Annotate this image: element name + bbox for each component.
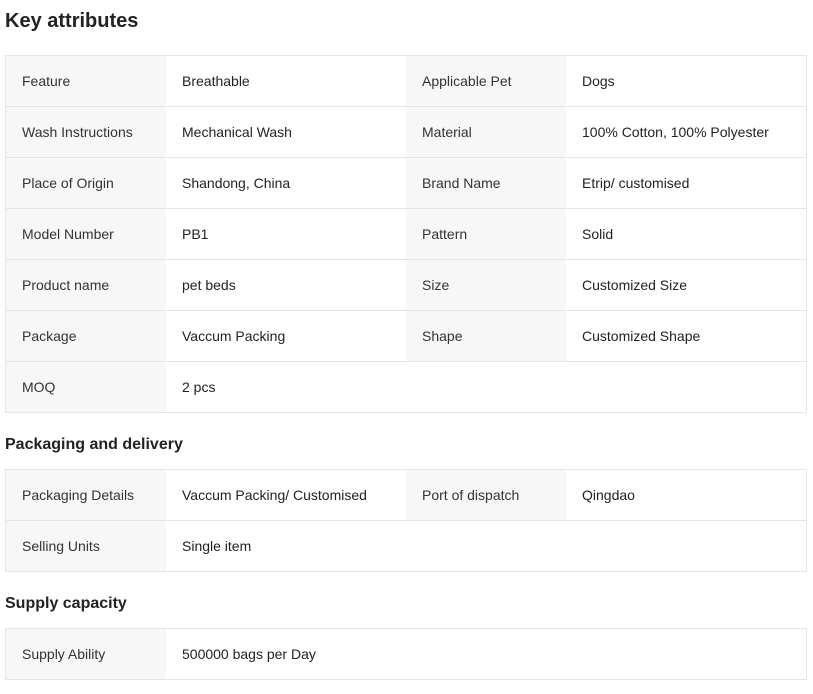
attribute-label: Pattern: [406, 209, 566, 259]
attribute-label: Shape: [406, 311, 566, 361]
table-row: Packaging Details Vaccum Packing/ Custom…: [6, 470, 806, 521]
attribute-value: Mechanical Wash: [166, 107, 406, 157]
attribute-value: Customized Size: [566, 260, 806, 310]
attribute-value: 2 pcs: [166, 362, 806, 412]
attribute-label: Feature: [6, 56, 166, 106]
table-row: Product name pet beds Size Customized Si…: [6, 260, 806, 311]
packaging-delivery-heading: Packaging and delivery: [5, 436, 183, 453]
table-row: Supply Ability 500000 bags per Day: [6, 629, 806, 679]
attribute-label: Brand Name: [406, 158, 566, 208]
attribute-value: Solid: [566, 209, 806, 259]
attribute-label: Package: [6, 311, 166, 361]
table-row: Wash Instructions Mechanical Wash Materi…: [6, 107, 806, 158]
key-attributes-table: Feature Breathable Applicable Pet Dogs W…: [5, 55, 807, 413]
attribute-value: Single item: [166, 521, 806, 571]
attribute-label: Supply Ability: [6, 629, 166, 679]
attribute-value: Vaccum Packing/ Customised: [166, 470, 406, 520]
table-row: Model Number PB1 Pattern Solid: [6, 209, 806, 260]
attribute-label: Wash Instructions: [6, 107, 166, 157]
attribute-label: Model Number: [6, 209, 166, 259]
attribute-label: Packaging Details: [6, 470, 166, 520]
attribute-label: Applicable Pet: [406, 56, 566, 106]
supply-capacity-table: Supply Ability 500000 bags per Day: [5, 628, 807, 680]
attribute-value: Breathable: [166, 56, 406, 106]
attribute-label: Material: [406, 107, 566, 157]
attribute-value: Customized Shape: [566, 311, 806, 361]
attribute-value: 500000 bags per Day: [166, 629, 806, 679]
table-row: Selling Units Single item: [6, 521, 806, 571]
attribute-value: Dogs: [566, 56, 806, 106]
attribute-label: MOQ: [6, 362, 166, 412]
key-attributes-heading: Key attributes: [5, 10, 139, 32]
attribute-label: Port of dispatch: [406, 470, 566, 520]
attribute-label: Size: [406, 260, 566, 310]
table-row: Package Vaccum Packing Shape Customized …: [6, 311, 806, 362]
attribute-value: Vaccum Packing: [166, 311, 406, 361]
attribute-value: 100% Cotton, 100% Polyester: [566, 107, 806, 157]
table-row: MOQ 2 pcs: [6, 362, 806, 412]
table-row: Place of Origin Shandong, China Brand Na…: [6, 158, 806, 209]
attribute-label: Product name: [6, 260, 166, 310]
attribute-value: Shandong, China: [166, 158, 406, 208]
attribute-value: PB1: [166, 209, 406, 259]
table-row: Feature Breathable Applicable Pet Dogs: [6, 56, 806, 107]
attribute-value: pet beds: [166, 260, 406, 310]
attribute-value: Etrip/ customised: [566, 158, 806, 208]
supply-capacity-heading: Supply capacity: [5, 595, 127, 612]
attribute-label: Place of Origin: [6, 158, 166, 208]
attribute-value: Qingdao: [566, 470, 806, 520]
attribute-label: Selling Units: [6, 521, 166, 571]
packaging-delivery-table: Packaging Details Vaccum Packing/ Custom…: [5, 469, 807, 572]
